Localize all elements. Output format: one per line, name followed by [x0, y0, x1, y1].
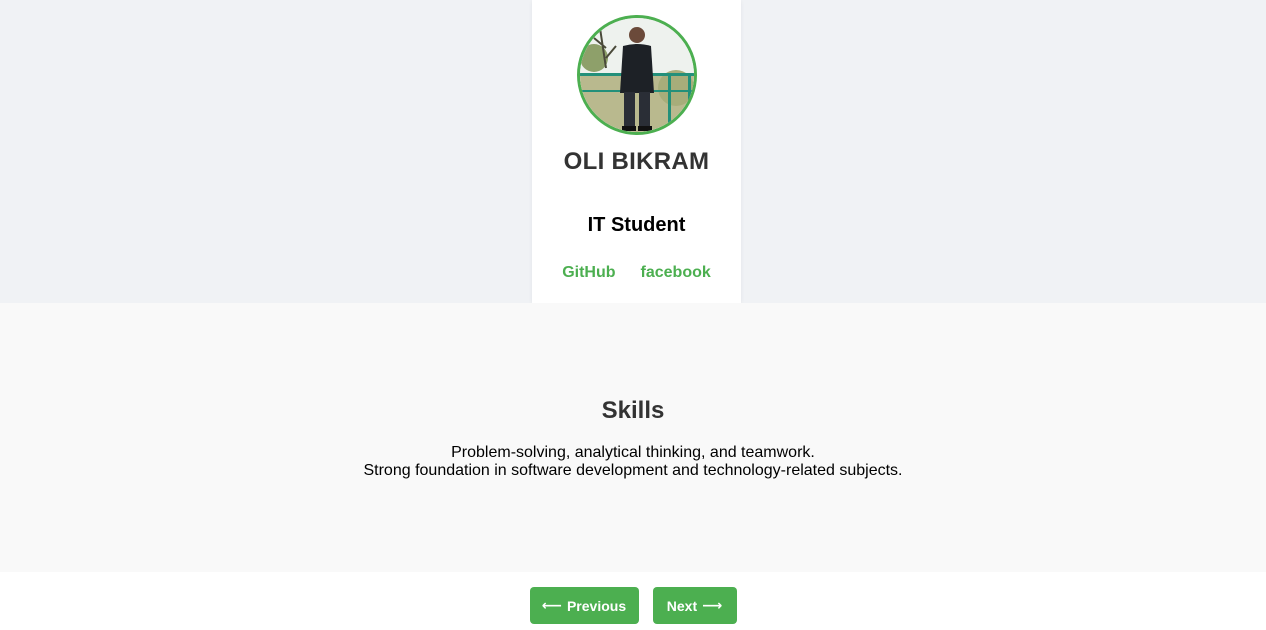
skills-line: Strong foundation in software developmen… — [363, 462, 903, 479]
next-button[interactable]: Next ⟶ — [652, 587, 737, 624]
previous-label: Previous — [566, 597, 627, 614]
social-links: GitHub facebook — [532, 264, 741, 282]
skills-description: Problem-solving, analytical thinking, an… — [0, 444, 1266, 480]
arrow-left-icon: ⟵ — [541, 597, 562, 613]
github-link[interactable]: GitHub — [562, 264, 615, 282]
facebook-link[interactable]: facebook — [641, 264, 711, 282]
skills-line: Problem-solving, analytical thinking, an… — [451, 444, 815, 461]
skills-section: Skills Problem-solving, analytical think… — [0, 303, 1266, 572]
skills-title: Skills — [601, 397, 665, 424]
next-label: Next — [666, 597, 698, 614]
arrow-right-icon: ⟶ — [702, 597, 723, 613]
avatar — [577, 15, 697, 135]
previous-button[interactable]: ⟵ Previous — [529, 587, 639, 624]
profile-card: OLI BIKRAM IT Student GitHub facebook — [532, 0, 741, 303]
profile-role: IT Student — [587, 214, 686, 236]
avatar-photo — [580, 18, 694, 132]
profile-name: OLI BIKRAM — [563, 148, 710, 175]
page-navigation: ⟵ Previous Next ⟶ — [0, 587, 1266, 624]
